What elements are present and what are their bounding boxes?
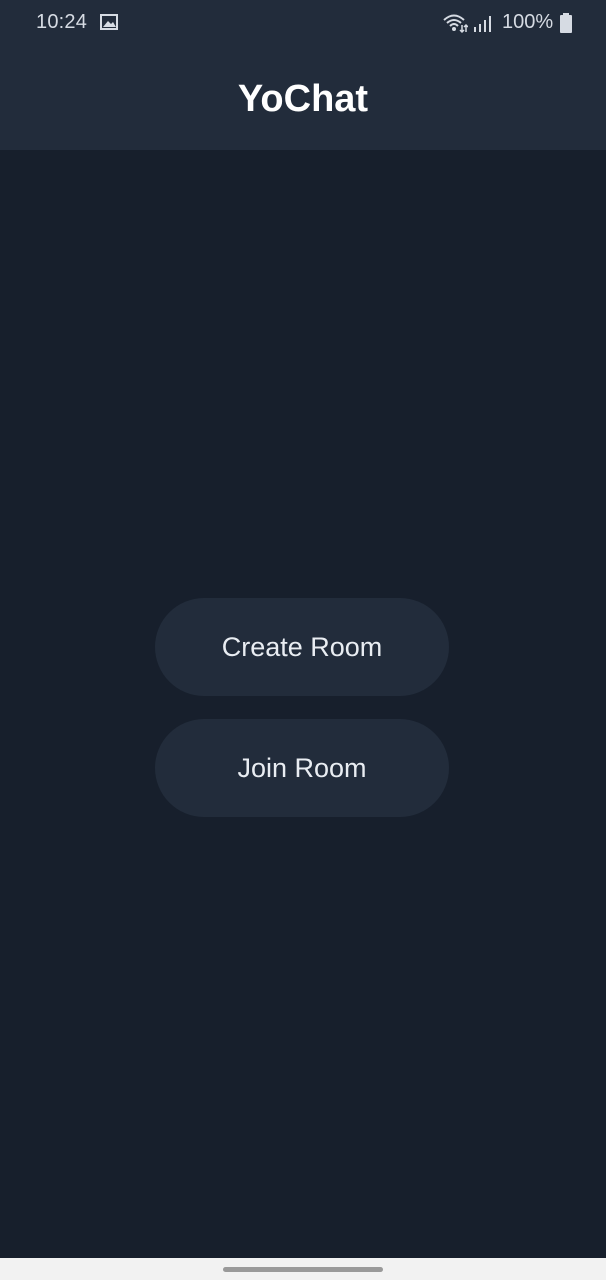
navigation-bar	[0, 1258, 606, 1280]
create-room-button[interactable]: Create Room	[155, 598, 449, 696]
battery-icon	[560, 13, 572, 33]
home-indicator[interactable]	[223, 1267, 383, 1272]
status-time: 10:24	[36, 11, 88, 33]
gallery-icon	[100, 14, 118, 30]
signal-icon	[474, 16, 491, 32]
app-header: 10:24 100% YoChat	[0, 0, 606, 150]
wifi-icon	[443, 14, 468, 34]
status-bar: 10:24 100%	[0, 0, 606, 46]
app-title: YoChat	[237, 78, 369, 120]
battery-percentage: 100%	[502, 11, 554, 33]
join-room-button[interactable]: Join Room	[155, 719, 449, 817]
